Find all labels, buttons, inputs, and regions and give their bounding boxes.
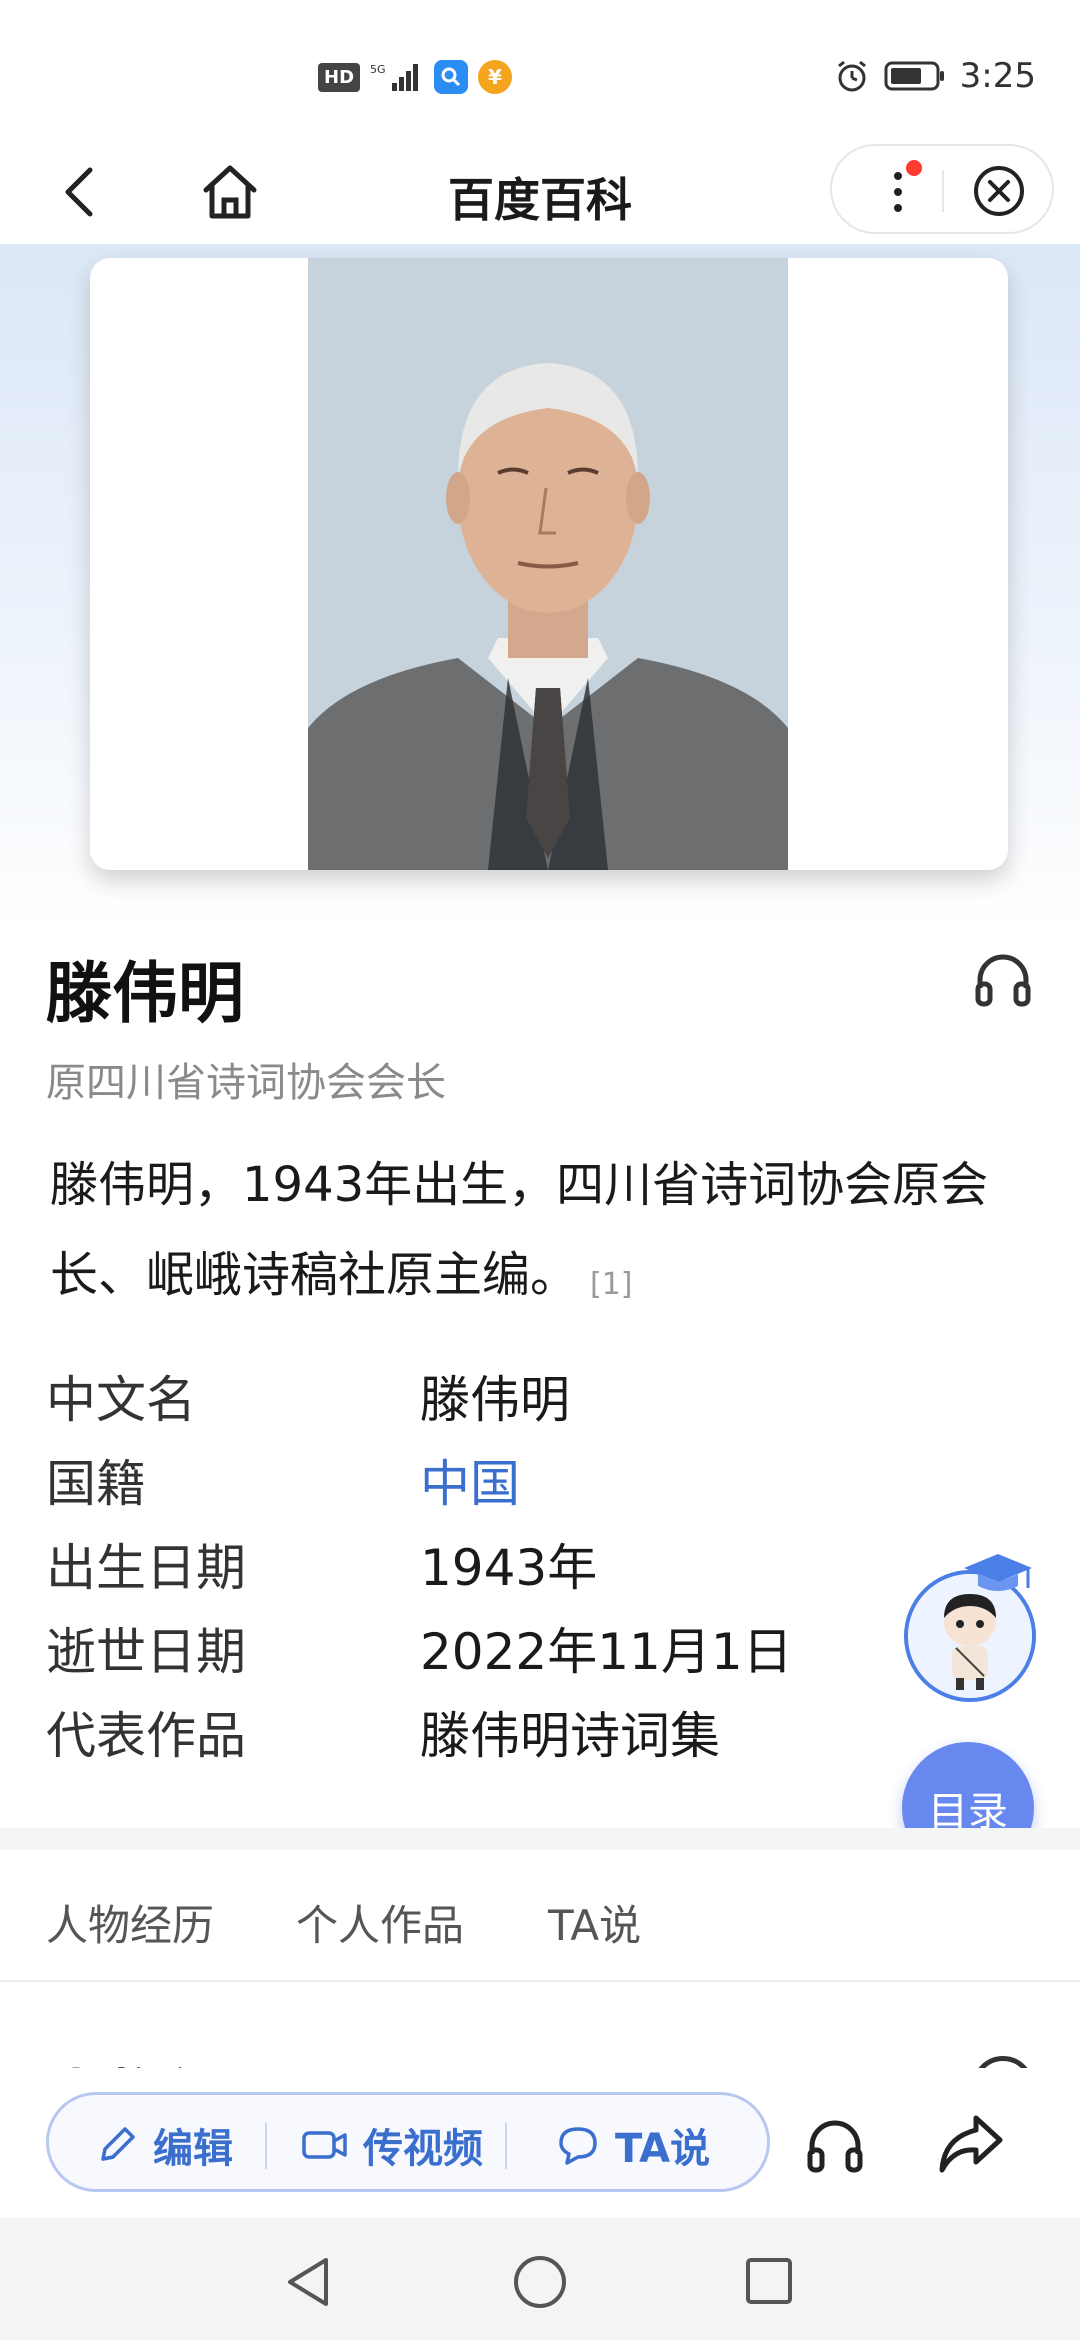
edit-button[interactable]: 编辑 bbox=[95, 2095, 233, 2195]
clock-time: 3:25 bbox=[959, 56, 1036, 96]
ta-says-button[interactable]: TA说 bbox=[555, 2095, 710, 2195]
svg-text:5G: 5G bbox=[370, 63, 386, 76]
info-row: 代表作品 滕伟明诗词集 bbox=[46, 1690, 946, 1774]
tab-works[interactable]: 个人作品 bbox=[296, 1892, 464, 1953]
listen-icon[interactable] bbox=[804, 2114, 866, 2176]
status-bar: HD 5G ¥ 3:25 bbox=[0, 0, 1080, 140]
bottom-toolbar: 编辑 传视频 TA说 bbox=[0, 2068, 1080, 2218]
edit-label: 编辑 bbox=[153, 2126, 233, 2172]
video-camera-icon bbox=[302, 2131, 347, 2159]
hero-image-card[interactable] bbox=[90, 258, 1008, 870]
system-recents-icon[interactable] bbox=[744, 2256, 794, 2306]
status-left: HD 5G ¥ bbox=[318, 60, 513, 94]
close-icon[interactable] bbox=[972, 164, 1026, 218]
info-row: 逝世日期 2022年11月1日 bbox=[46, 1606, 946, 1690]
alarm-icon bbox=[837, 60, 866, 92]
nav-bar: 百度百科 bbox=[0, 140, 1080, 244]
pill-divider bbox=[505, 2123, 507, 2169]
info-key: 国籍 bbox=[46, 1455, 146, 1513]
portrait-photo[interactable] bbox=[308, 258, 788, 870]
pencil-icon bbox=[101, 2127, 135, 2161]
action-pill: 编辑 传视频 TA说 bbox=[46, 2092, 770, 2192]
info-value: 滕伟明诗词集 bbox=[420, 1707, 720, 1765]
upload-video-button[interactable]: 传视频 bbox=[301, 2095, 483, 2195]
summary-text: 滕伟明，1943年出生，四川省诗词协会原会长、岷峨诗稿社原主编。 bbox=[50, 1157, 989, 1303]
section-divider bbox=[0, 1828, 1080, 1850]
info-value-link[interactable]: 中国 bbox=[420, 1444, 520, 1516]
info-key: 逝世日期 bbox=[46, 1623, 246, 1681]
entry-title: 滕伟明 bbox=[46, 955, 244, 1032]
info-table: 中文名 滕伟明 国籍 中国 出生日期 1943年 逝世日期 2022年11月1日… bbox=[46, 1354, 946, 1774]
reference-link[interactable]: [1] bbox=[590, 1267, 633, 1302]
graduation-cap-icon bbox=[964, 1554, 1032, 1591]
hd-icon: HD bbox=[318, 62, 361, 92]
share-icon[interactable] bbox=[936, 2112, 1006, 2176]
yuan-app-icon: ¥ bbox=[478, 60, 513, 94]
headphones-icon[interactable] bbox=[972, 948, 1034, 1010]
info-key: 中文名 bbox=[46, 1371, 196, 1429]
upload-video-label: 传视频 bbox=[363, 2126, 483, 2172]
tab-ta-says[interactable]: TA说 bbox=[548, 1892, 641, 1953]
system-home-icon[interactable] bbox=[512, 2254, 568, 2310]
entry-subtitle: 原四川省诗词协会会长 bbox=[46, 1060, 446, 1106]
info-row: 中文名 滕伟明 bbox=[46, 1354, 946, 1438]
notification-dot bbox=[906, 160, 922, 176]
info-value: 滕伟明 bbox=[420, 1371, 570, 1429]
signal-icon: 5G bbox=[370, 63, 419, 91]
info-value: 1943年 bbox=[420, 1539, 598, 1597]
system-navigation-bar bbox=[0, 2218, 1080, 2340]
entry-summary: 滕伟明，1943年出生，四川省诗词协会原会长、岷峨诗稿社原主编。 [1] bbox=[50, 1140, 1040, 1320]
battery-icon bbox=[884, 61, 944, 91]
section-tabs: 人物经历 个人作品 TA说 bbox=[0, 1850, 1080, 1982]
info-key: 出生日期 bbox=[46, 1539, 246, 1597]
info-row: 国籍 中国 bbox=[46, 1438, 946, 1522]
chat-bubble-icon bbox=[559, 2127, 597, 2165]
status-right: 3:25 bbox=[834, 56, 1036, 96]
ta-says-label: TA说 bbox=[615, 2126, 711, 2172]
info-row: 出生日期 1943年 bbox=[46, 1522, 946, 1606]
pill-divider bbox=[265, 2123, 267, 2169]
system-back-icon[interactable] bbox=[282, 2254, 334, 2310]
capsule-divider bbox=[942, 170, 944, 212]
info-value: 2022年11月1日 bbox=[420, 1623, 793, 1681]
page: HD 5G ¥ 3:25 百度百科 滕伟明 原四川省诗词协会会长 滕伟明，194… bbox=[0, 0, 1080, 2340]
info-key: 代表作品 bbox=[46, 1707, 246, 1765]
mini-program-capsule bbox=[830, 144, 1054, 234]
tab-biography[interactable]: 人物经历 bbox=[46, 1892, 214, 1953]
search-app-icon bbox=[434, 60, 469, 94]
